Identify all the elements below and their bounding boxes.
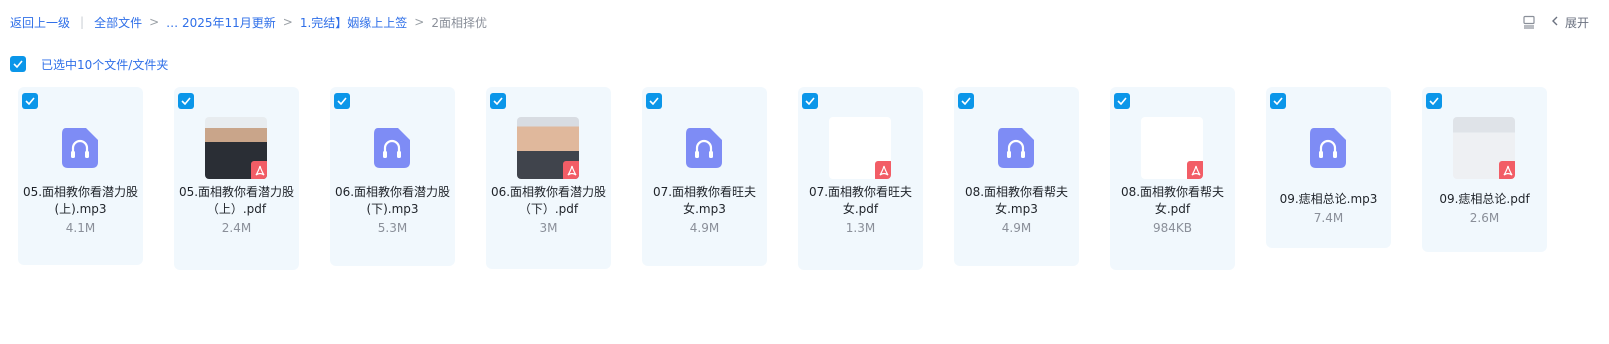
chevron-right-icon: > bbox=[149, 15, 160, 29]
file-name: 09.痣相总论.mp3 bbox=[1279, 192, 1378, 206]
expand-label: 展开 bbox=[1564, 15, 1589, 30]
file-size: 5.3M bbox=[377, 221, 408, 235]
pdf-preview-image bbox=[829, 117, 891, 179]
pdf-icon bbox=[563, 161, 579, 179]
audio-file-card[interactable]: 05.面相教你看潜力股(上).mp3 4.1M bbox=[18, 87, 143, 265]
list-view-icon[interactable] bbox=[1521, 14, 1537, 30]
file-size: 4.9M bbox=[689, 221, 720, 235]
audio-file-card[interactable]: 08.面相教你看帮夫女.mp3 4.9M bbox=[954, 87, 1079, 266]
file-size: 2.6M bbox=[1469, 211, 1500, 225]
selection-bar: 已选中10个文件/文件夹 bbox=[10, 55, 168, 73]
pdf-icon bbox=[875, 161, 891, 179]
file-name: 07.面相教你看旺夫女.pdf bbox=[808, 185, 913, 216]
file-size: 984KB bbox=[1152, 221, 1192, 235]
file-name: 08.面相教你看帮夫女.pdf bbox=[1120, 185, 1225, 216]
breadcrumb-folder-update[interactable]: … 2025年11月更新 bbox=[166, 14, 276, 31]
file-size: 7.4M bbox=[1313, 211, 1344, 225]
pdf-thumbnail bbox=[515, 115, 581, 181]
file-name: 07.面相教你看旺夫女.mp3 bbox=[652, 185, 757, 216]
pdf-file-card[interactable]: 05.面相教你看潜力股（上）.pdf 2.4M bbox=[174, 87, 299, 270]
pdf-file-card[interactable]: 09.痣相总论.pdf 2.6M bbox=[1422, 87, 1547, 252]
file-checkbox[interactable] bbox=[490, 93, 506, 109]
breadcrumb-all-files[interactable]: 全部文件 bbox=[94, 14, 142, 31]
file-size: 4.1M bbox=[65, 221, 96, 235]
audio-file-icon bbox=[47, 115, 113, 181]
file-checkbox[interactable] bbox=[1270, 93, 1286, 109]
file-checkbox[interactable] bbox=[178, 93, 194, 109]
file-name: 05.面相教你看潜力股（上）.pdf bbox=[178, 185, 295, 216]
pdf-icon bbox=[1187, 161, 1203, 179]
audio-file-card[interactable]: 09.痣相总论.mp3 7.4M bbox=[1266, 87, 1391, 248]
audio-file-icon bbox=[671, 115, 737, 181]
file-checkbox[interactable] bbox=[1114, 93, 1130, 109]
file-name: 06.面相教你看潜力股(下).mp3 bbox=[334, 185, 451, 216]
view-toolbar: 展开 bbox=[1521, 12, 1589, 32]
file-checkbox[interactable] bbox=[22, 93, 38, 109]
pdf-thumbnail bbox=[1139, 115, 1205, 181]
file-size: 4.9M bbox=[1001, 221, 1032, 235]
selection-count-label: 已选中10个文件/文件夹 bbox=[41, 57, 169, 72]
pdf-icon bbox=[251, 161, 267, 179]
audio-file-card[interactable]: 06.面相教你看潜力股(下).mp3 5.3M bbox=[330, 87, 455, 266]
file-checkbox[interactable] bbox=[334, 93, 350, 109]
file-checkbox[interactable] bbox=[958, 93, 974, 109]
divider: | bbox=[80, 15, 85, 29]
audio-file-icon bbox=[983, 115, 1049, 181]
file-name: 06.面相教你看潜力股（下）.pdf bbox=[490, 185, 607, 216]
chevron-right-icon: > bbox=[414, 15, 425, 29]
chevron-left-icon bbox=[1551, 15, 1559, 29]
file-name: 05.面相教你看潜力股(上).mp3 bbox=[22, 185, 139, 216]
file-name: 08.面相教你看帮夫女.mp3 bbox=[964, 185, 1069, 216]
pdf-preview-image bbox=[1141, 117, 1203, 179]
file-size: 2.4M bbox=[221, 221, 252, 235]
pdf-preview-image bbox=[205, 117, 267, 179]
breadcrumb-folder-series[interactable]: 1.完结】姻缘上上签 bbox=[300, 14, 407, 31]
file-checkbox[interactable] bbox=[802, 93, 818, 109]
file-checkbox[interactable] bbox=[1426, 93, 1442, 109]
file-size: 3M bbox=[539, 221, 558, 235]
audio-file-card[interactable]: 07.面相教你看旺夫女.mp3 4.9M bbox=[642, 87, 767, 266]
pdf-icon bbox=[1499, 161, 1515, 179]
pdf-preview-image bbox=[517, 117, 579, 179]
back-link[interactable]: 返回上一级 bbox=[10, 14, 70, 31]
breadcrumb: 返回上一级 | 全部文件 > … 2025年11月更新 > 1.完结】姻缘上上签… bbox=[10, 12, 487, 32]
pdf-file-card[interactable]: 06.面相教你看潜力股（下）.pdf 3M bbox=[486, 87, 611, 269]
breadcrumb-current: 2面相择优 bbox=[431, 15, 487, 30]
pdf-file-card[interactable]: 07.面相教你看旺夫女.pdf 1.3M bbox=[798, 87, 923, 270]
pdf-thumbnail bbox=[1451, 115, 1517, 181]
pdf-file-card[interactable]: 08.面相教你看帮夫女.pdf 984KB bbox=[1110, 87, 1235, 270]
select-all-checkbox[interactable] bbox=[10, 56, 26, 72]
file-name: 09.痣相总论.pdf bbox=[1439, 192, 1530, 206]
audio-file-icon bbox=[359, 115, 425, 181]
pdf-preview-image bbox=[1453, 117, 1515, 179]
file-checkbox[interactable] bbox=[646, 93, 662, 109]
audio-file-icon bbox=[1295, 115, 1361, 181]
pdf-thumbnail bbox=[203, 115, 269, 181]
file-size: 1.3M bbox=[845, 221, 876, 235]
chevron-right-icon: > bbox=[282, 15, 293, 29]
pdf-thumbnail bbox=[827, 115, 893, 181]
expand-button[interactable]: 展开 bbox=[1551, 14, 1589, 31]
